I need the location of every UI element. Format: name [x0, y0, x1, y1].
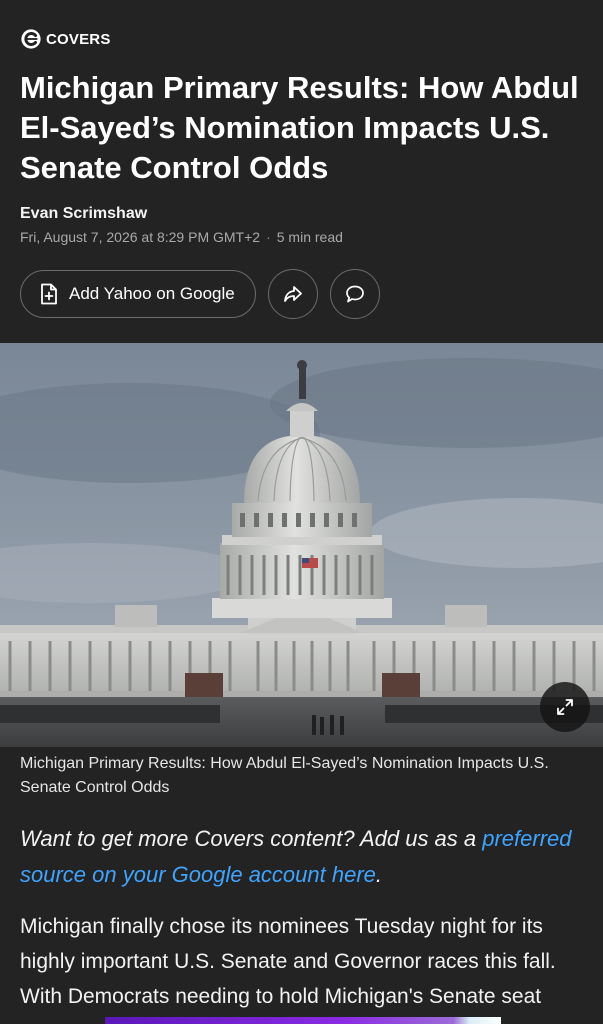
promo-trailing: . — [375, 862, 383, 887]
comment-bubble-icon — [345, 285, 364, 303]
promo-lead: Want to get more Covers content? Add us … — [20, 826, 483, 851]
add-yahoo-on-google-button[interactable]: Add Yahoo on Google — [20, 270, 256, 318]
meta-separator: · — [266, 229, 271, 245]
promo-text: Want to get more Covers content? Add us … — [20, 821, 590, 893]
publish-date: Fri, August 7, 2026 at 8:29 PM GMT+2 — [20, 229, 261, 245]
article-actions: Add Yahoo on Google — [20, 269, 380, 319]
brand-name: COVERS — [46, 30, 111, 48]
capitol-building-image — [0, 343, 603, 747]
add-yahoo-on-google-label: Add Yahoo on Google — [69, 284, 235, 303]
brand-logo[interactable]: COVERS — [20, 27, 111, 51]
author-name[interactable]: Evan Scrimshaw — [20, 205, 343, 223]
image-caption: Michigan Primary Results: How Abdul El-S… — [20, 755, 549, 796]
read-time: 5 min read — [276, 229, 343, 245]
byline: Evan Scrimshaw Fri, August 7, 2026 at 8:… — [20, 205, 343, 245]
share-button[interactable] — [267, 269, 318, 319]
article-paragraph: Michigan finally chose its nominees Tues… — [20, 915, 556, 1008]
comment-button[interactable] — [329, 269, 380, 319]
ad-banner[interactable] — [105, 1017, 501, 1024]
share-arrow-icon — [283, 286, 302, 302]
add-document-icon — [41, 283, 57, 305]
expand-icon — [557, 699, 573, 715]
article-headline: Michigan Primary Results: How Abdul El-S… — [20, 70, 579, 185]
covers-logo-icon — [21, 29, 41, 49]
article-meta: Fri, August 7, 2026 at 8:29 PM GMT+2 · 5… — [20, 229, 343, 245]
hero-image[interactable] — [0, 343, 603, 747]
expand-image-button[interactable] — [540, 682, 590, 732]
